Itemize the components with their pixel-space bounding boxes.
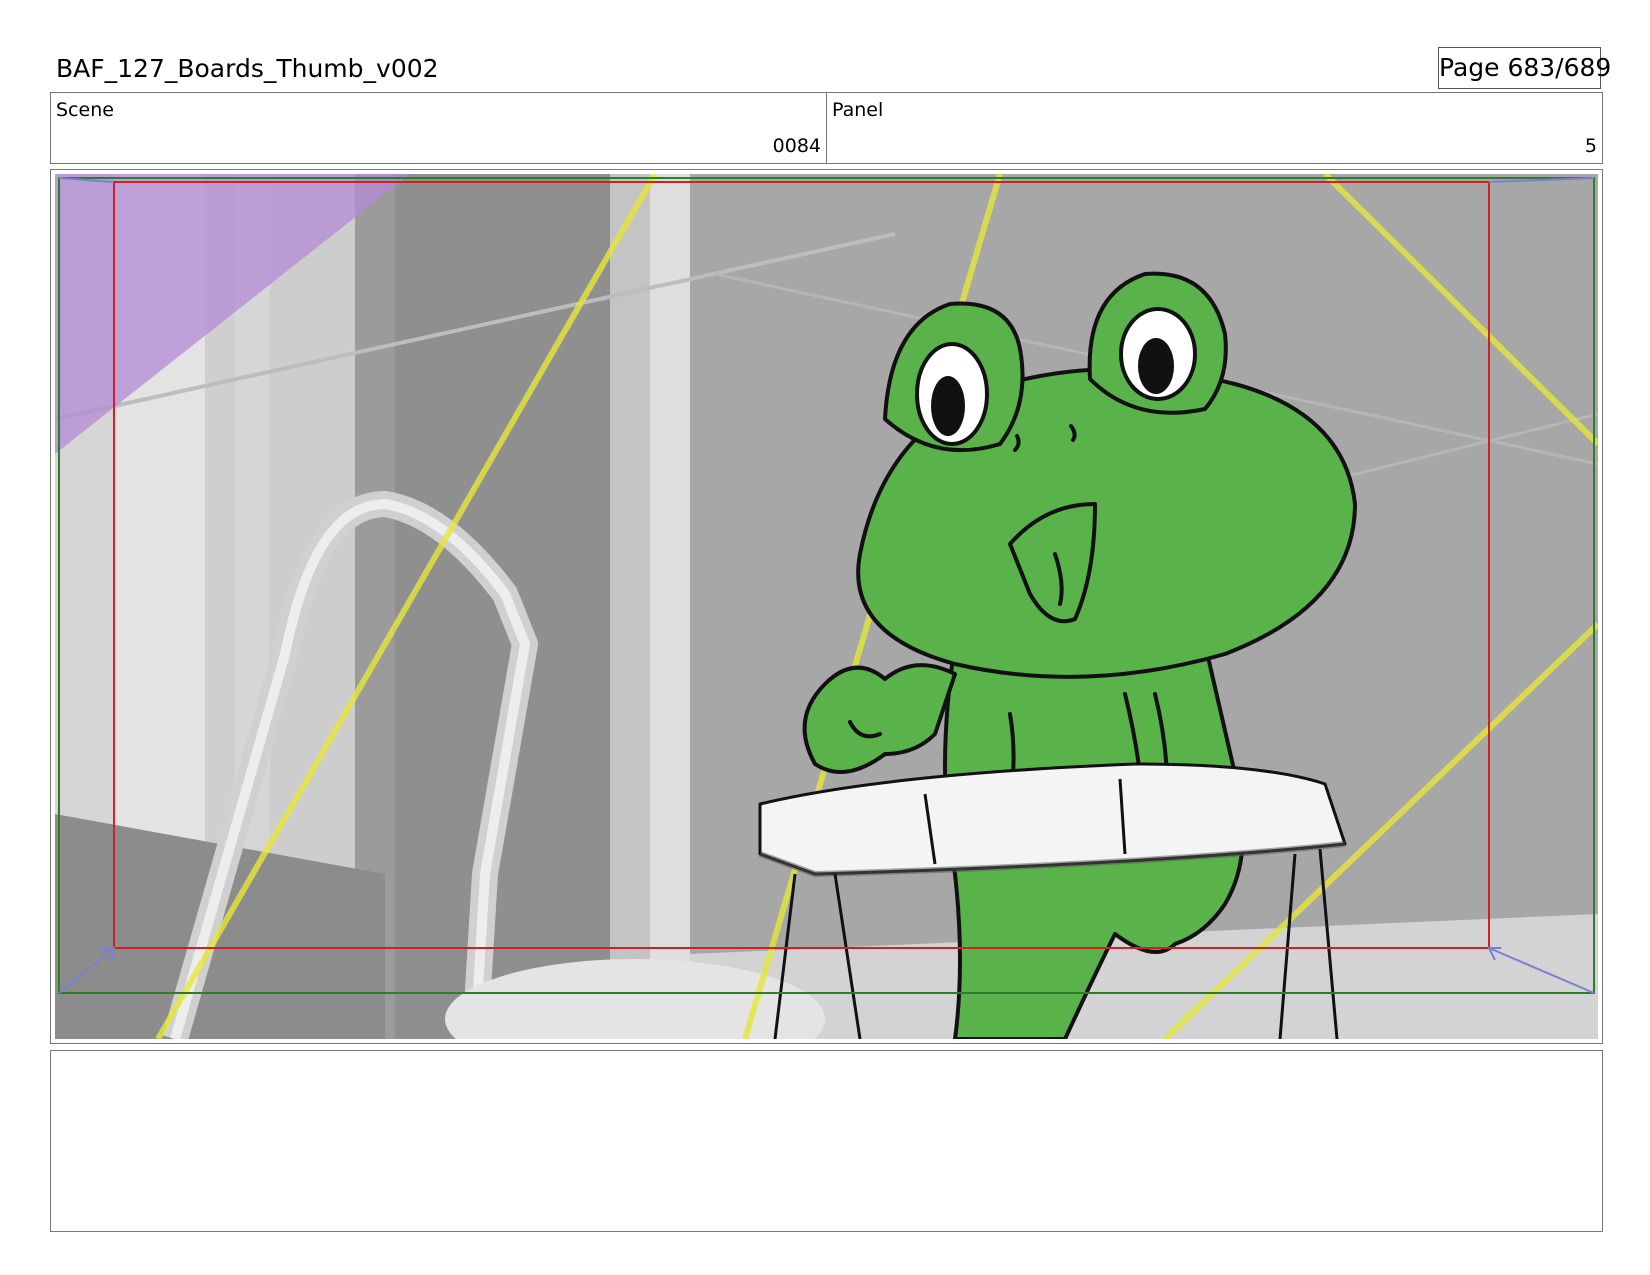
scene-value: 0084 <box>772 135 821 157</box>
document-title: BAF_127_Boards_Thumb_v002 <box>56 54 439 83</box>
scene-cell: Scene 0084 <box>51 93 827 163</box>
notes-area <box>50 1050 1603 1232</box>
panel-value: 5 <box>1584 135 1597 157</box>
scene-label: Scene <box>56 99 114 121</box>
info-bar: Scene 0084 Panel 5 <box>50 92 1603 164</box>
panel-label: Panel <box>832 99 884 121</box>
storyboard-image <box>55 174 1598 1039</box>
panel-cell: Panel 5 <box>827 93 1602 163</box>
storyboard-frame <box>50 169 1603 1044</box>
page-number: Page 683/689 <box>1438 47 1611 89</box>
background-scene <box>55 174 1598 1039</box>
